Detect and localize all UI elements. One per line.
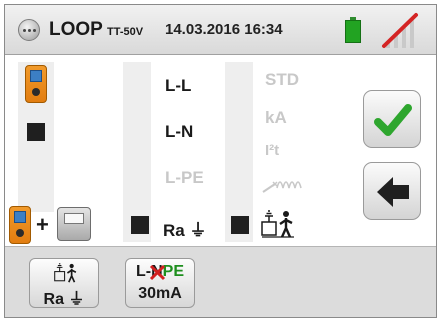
bottom-bar: Ra ⏚ L-NPE 30mA: [5, 246, 436, 317]
ra-earth-label: Ra ⏚: [43, 291, 85, 308]
rcd-current-button[interactable]: L-NPE 30mA: [125, 258, 195, 308]
page-title: LOOP: [49, 19, 103, 40]
earth-rod-person-icon: [54, 263, 77, 283]
system-type-label: TT-50V: [107, 26, 144, 38]
battery-icon: [345, 17, 361, 43]
mode-selector-square[interactable]: [231, 216, 249, 234]
mode-std[interactable]: STD: [265, 70, 299, 90]
main-panel: + L-L L-N L-PE Ra ⏚ STD kA I²t: [5, 56, 436, 246]
confirm-check-icon: [374, 104, 412, 136]
function-l-l[interactable]: L-L: [165, 76, 191, 96]
mode-ka[interactable]: kA: [265, 108, 287, 128]
impedance-waveform-icon[interactable]: [261, 174, 305, 196]
ra-earth-button[interactable]: Ra ⏚: [29, 258, 99, 308]
selector-square[interactable]: [27, 123, 45, 141]
date-time: 14.03.2016 16:34: [165, 21, 283, 38]
function-ra[interactable]: Ra ⏚: [163, 216, 206, 241]
back-button[interactable]: [363, 162, 421, 220]
meter-plus-remote-icon[interactable]: [9, 206, 31, 244]
confirm-button[interactable]: [363, 90, 421, 148]
mode-i2t[interactable]: I²t: [265, 142, 279, 159]
function-selector-square[interactable]: [131, 216, 149, 234]
header-bar: LOOP TT-50V 14.03.2016 16:34: [5, 5, 436, 55]
remote-unit-icon: [57, 207, 91, 241]
no-trip-label-n: N: [150, 263, 166, 281]
mode-column-strip: [225, 62, 253, 242]
cross-icon: [150, 264, 166, 281]
rcd-current-value: 30mA: [138, 285, 182, 302]
wireless-off-icon: [382, 13, 418, 48]
earth-rod-person-icon[interactable]: [261, 210, 295, 238]
function-l-pe[interactable]: L-PE: [165, 168, 204, 188]
no-trip-label: L-NPE: [126, 263, 194, 281]
function-l-n[interactable]: L-N: [165, 122, 193, 142]
function-column-strip: [123, 62, 151, 242]
instrument-screen: LOOP TT-50V 14.03.2016 16:34 + L-L L-N L…: [4, 4, 437, 318]
menu-icon[interactable]: [18, 19, 40, 41]
plus-sign: +: [36, 212, 49, 237]
meter-icon[interactable]: [25, 65, 47, 103]
back-arrow-icon: [377, 177, 409, 207]
